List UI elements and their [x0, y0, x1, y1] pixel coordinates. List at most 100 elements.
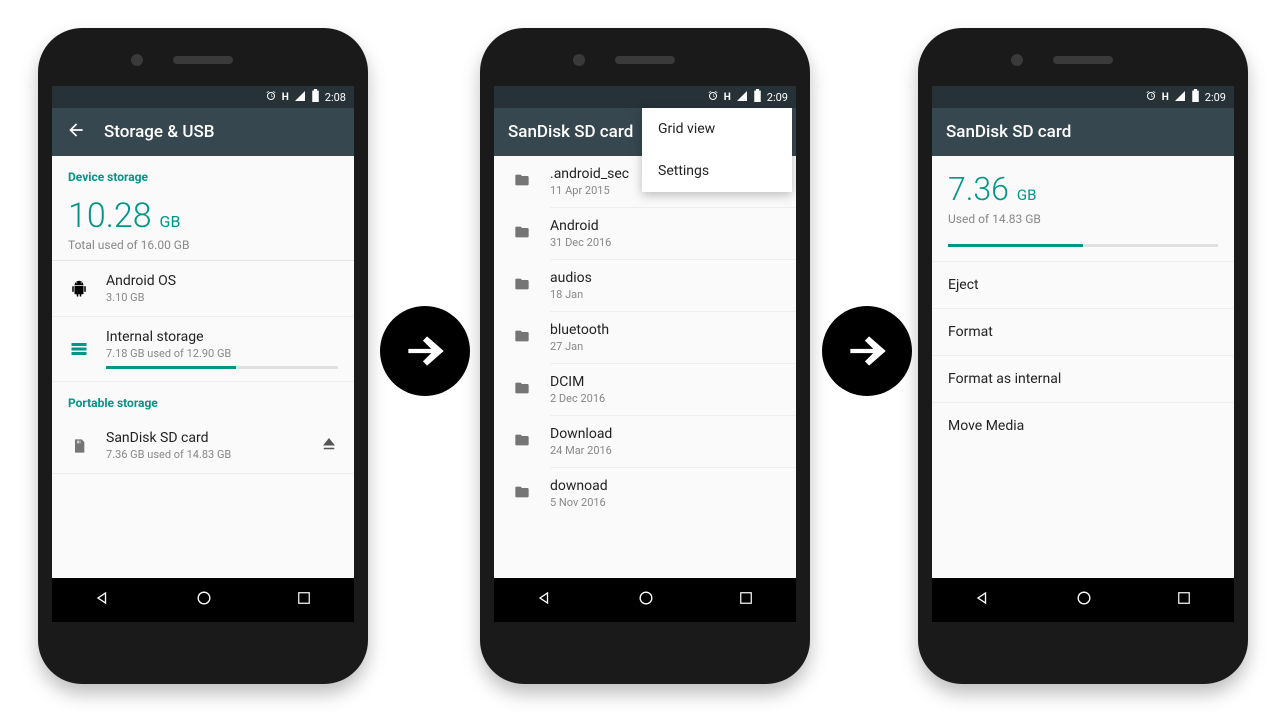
row-sd-card[interactable]: SanDisk SD card 7.36 GB used of 14.83 GB [52, 418, 354, 474]
folder-date: 11 Apr 2015 [550, 184, 629, 197]
folder-name: bluetooth [550, 322, 609, 338]
internal-progress-fill [106, 366, 236, 369]
row-internal-storage[interactable]: Internal storage 7.18 GB used of 12.90 G… [52, 317, 354, 382]
sd-card-icon [68, 437, 90, 455]
back-button[interactable] [66, 120, 86, 145]
phone-storage-settings: H 2:08 Storage & USB Device storage 10.2… [38, 28, 368, 684]
step-arrow-icon [822, 306, 912, 396]
alarm-icon [1145, 90, 1157, 105]
battery-icon [753, 89, 762, 105]
option-format-internal[interactable]: Format as internal [932, 355, 1234, 402]
status-time: 2:08 [325, 91, 346, 104]
battery-icon [311, 89, 320, 105]
folder-icon [512, 172, 532, 192]
folder-icon [512, 432, 532, 452]
folder-date: 31 Dec 2016 [550, 236, 611, 249]
folder-list: .android_sec 11 Apr 2015 Android 31 Dec 201… [494, 156, 796, 578]
nav-back-button[interactable] [973, 588, 993, 612]
status-time: 2:09 [767, 91, 788, 104]
folder-name: audios [550, 270, 592, 286]
row-subtext: 7.36 GB used of 14.83 GB [106, 448, 304, 461]
folder-date: 24 Mar 2016 [550, 444, 612, 457]
used-unit: GB [1017, 186, 1037, 204]
nav-recent-button[interactable] [1175, 589, 1193, 611]
battery-icon [1191, 89, 1200, 105]
signal-icon [294, 90, 306, 105]
folder-icon [512, 380, 532, 400]
alarm-icon [707, 90, 719, 105]
folder-name: Android [550, 218, 611, 234]
row-android-os[interactable]: Android OS 3.10 GB [52, 261, 354, 317]
status-bar: H 2:09 [932, 86, 1234, 108]
section-portable-storage: Portable storage [52, 382, 354, 418]
folder-row[interactable]: bluetooth 27 Jan [494, 312, 796, 363]
app-bar-title: SanDisk SD card [508, 122, 633, 142]
nav-home-button[interactable] [194, 588, 214, 612]
row-title: Android OS [106, 273, 338, 289]
overflow-menu: Grid view Settings [642, 108, 792, 192]
nav-recent-button[interactable] [737, 589, 755, 611]
status-bar: H 2:09 [494, 86, 796, 108]
sd-progress [948, 244, 1218, 247]
nav-back-button[interactable] [535, 588, 555, 612]
nav-home-button[interactable] [1074, 588, 1094, 612]
folder-row[interactable]: downoad 5 Nov 2016 [494, 468, 796, 519]
sd-progress-fill [948, 244, 1083, 247]
option-move-media[interactable]: Move Media [932, 402, 1234, 449]
folder-name: downoad [550, 478, 608, 494]
row-subtext: 3.10 GB [106, 291, 338, 304]
folder-row[interactable]: audios 18 Jan [494, 260, 796, 311]
used-subtext: Total used of 16.00 GB [68, 238, 338, 252]
used-value: 7.36 [948, 170, 1009, 208]
alarm-icon [265, 90, 277, 105]
folder-row[interactable]: Android 31 Dec 2016 [494, 208, 796, 259]
nav-recent-button[interactable] [295, 589, 313, 611]
option-format[interactable]: Format [932, 308, 1234, 355]
signal-icon [1174, 90, 1186, 105]
total-used-block: 10.28 GB Total used of 16.00 GB [52, 192, 354, 261]
phone-sd-file-list: H 2:09 SanDisk SD card .android_sec 11 Ap… [480, 28, 810, 684]
menu-grid-view[interactable]: Grid view [642, 108, 792, 150]
signal-icon [736, 90, 748, 105]
row-subtext: 7.18 GB used of 12.90 GB [106, 347, 338, 360]
android-icon [68, 280, 90, 298]
app-bar: Storage & USB [52, 108, 354, 156]
app-bar-title: SanDisk SD card [946, 122, 1071, 142]
nav-bar [52, 578, 354, 622]
app-bar-title: Storage & USB [104, 122, 215, 142]
menu-settings[interactable]: Settings [642, 150, 792, 192]
nav-home-button[interactable] [636, 588, 656, 612]
folder-icon [512, 484, 532, 504]
used-unit: GB [160, 212, 181, 231]
folder-icon [512, 276, 532, 296]
nav-bar [932, 578, 1234, 622]
used-subtext: Used of 14.83 GB [948, 212, 1218, 226]
option-eject[interactable]: Eject [932, 261, 1234, 308]
nav-back-button[interactable] [93, 588, 113, 612]
folder-date: 2 Dec 2016 [550, 392, 605, 405]
folder-icon [512, 224, 532, 244]
folder-date: 5 Nov 2016 [550, 496, 608, 509]
row-title: SanDisk SD card [106, 430, 304, 446]
folder-name: .android_sec [550, 166, 629, 182]
app-bar: SanDisk SD card [932, 108, 1234, 156]
phone-sd-settings: H 2:09 SanDisk SD card 7.36 GB Used of 1… [918, 28, 1248, 684]
folder-name: DCIM [550, 374, 605, 390]
folder-date: 27 Jan [550, 340, 609, 353]
step-arrow-icon [380, 306, 470, 396]
storage-icon [68, 340, 90, 358]
folder-name: Download [550, 426, 612, 442]
used-value: 10.28 [68, 196, 152, 236]
status-bar: H 2:08 [52, 86, 354, 108]
network-type-label: H [282, 92, 289, 103]
folder-icon [512, 328, 532, 348]
internal-progress [106, 366, 338, 369]
folder-row[interactable]: DCIM 2 Dec 2016 [494, 364, 796, 415]
folder-date: 18 Jan [550, 288, 592, 301]
folder-row[interactable]: Download 24 Mar 2016 [494, 416, 796, 467]
nav-bar [494, 578, 796, 622]
eject-icon[interactable] [320, 435, 338, 457]
status-time: 2:09 [1205, 91, 1226, 104]
sd-used-block: 7.36 GB Used of 14.83 GB [932, 156, 1234, 234]
row-title: Internal storage [106, 329, 338, 345]
